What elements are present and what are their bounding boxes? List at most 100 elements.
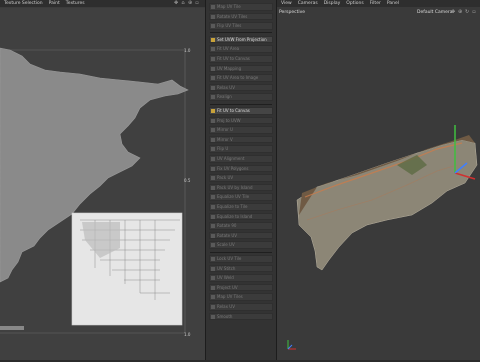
menu-view[interactable]: View (281, 1, 292, 6)
command-label: Flip UV Tiles (217, 23, 242, 29)
home-icon[interactable]: ⌂ (181, 1, 185, 6)
menu-panel[interactable]: Panel (387, 1, 399, 6)
uv-command-item[interactable]: Equalize to Island (209, 212, 273, 221)
frame-icon[interactable]: ▫ (195, 1, 199, 6)
uv-command-item[interactable]: UV Mapping (209, 64, 273, 73)
command-icon (211, 176, 215, 181)
command-icon (211, 76, 215, 81)
viewport-nav-icons: ✥ ⊕ ↻ ▫ (451, 10, 476, 15)
orbit-icon[interactable]: ↻ (465, 10, 469, 15)
command-label: Map UV Tile (217, 4, 241, 9)
command-icon (211, 214, 215, 219)
uv-commands-panel: Map UV Tile Rotate UV Tiles Flip UV Tiles S… (205, 0, 277, 360)
uv-command-item[interactable]: Equalize UV Tile (209, 193, 273, 201)
command-label: Pack UV (217, 175, 234, 181)
uv-command-item[interactable]: Flip U (209, 145, 273, 153)
command-icon (211, 66, 215, 71)
uv-command-item[interactable]: Fit UV Area to Image (209, 74, 273, 82)
uv-command-item[interactable]: Fit UV Area (209, 45, 273, 53)
command-label: Proj to UVW (217, 117, 241, 123)
uv-command-item[interactable]: Proj to UVW (209, 116, 273, 125)
command-icon (211, 157, 215, 161)
uv-command-item[interactable]: UV Stitch (209, 264, 273, 273)
uv-command-item[interactable]: UV Alignment (209, 155, 273, 163)
menu-texture-selection[interactable]: Texture Selection (4, 1, 43, 6)
command-icon (211, 243, 215, 248)
command-label: Scale UV (217, 242, 235, 248)
uv-label-mid: 0.5 (184, 178, 191, 183)
command-label: UV Alignment (217, 156, 245, 161)
command-icon (211, 5, 215, 9)
menu-display[interactable]: Display (324, 1, 341, 6)
uv-command-item[interactable]: Lock UV Tile (209, 255, 273, 263)
command-label: Realign (217, 94, 232, 100)
command-label: UV Stitch (217, 265, 236, 271)
menu-options[interactable]: Options (346, 1, 363, 6)
command-icon (211, 224, 215, 229)
uv-label-top: 1.0 (184, 48, 191, 53)
menu-filter[interactable]: Filter (370, 1, 381, 6)
command-label: Mirror V (217, 136, 233, 142)
command-label: UV Mapping (217, 65, 242, 71)
uv-command-item[interactable]: Rotate 90 (209, 222, 273, 230)
menu-paint[interactable]: Paint (49, 1, 60, 6)
command-icon (211, 233, 215, 238)
uv-command-item[interactable]: Flip UV Tiles (209, 22, 273, 30)
command-icon (211, 137, 215, 142)
menu-cameras[interactable]: Cameras (298, 1, 318, 6)
move-icon[interactable]: ✥ (174, 1, 178, 6)
command-label: Equalize UV Tile (217, 194, 250, 200)
uv-command-item[interactable]: Pack UV by Island (209, 183, 273, 192)
command-icon (211, 276, 215, 281)
menu-textures[interactable]: Textures (66, 1, 85, 6)
uv-command-item[interactable]: Equalize to Tile (209, 203, 273, 211)
command-label: Fit UV to Canvas (217, 108, 250, 113)
terrain-model[interactable] (277, 15, 480, 360)
uv-island-bottom-strip (0, 326, 24, 330)
command-label: Relax UV (217, 84, 235, 90)
command-separator (210, 103, 272, 105)
uv-command-item[interactable]: Smooth (209, 312, 273, 321)
pan-icon[interactable]: ✥ (451, 10, 455, 15)
uv-command-item[interactable]: Rotate UV (209, 231, 273, 240)
command-icon (211, 166, 215, 171)
uv-command-item[interactable]: Realign (209, 93, 273, 101)
uv-command-item[interactable]: Fit UV to Canvas (209, 55, 273, 63)
command-icon (211, 185, 215, 190)
uv-toolbar-icons: ✥ ⌂ ⊕ ▫ (174, 1, 199, 6)
uv-editor-panel: Texture Selection Paint Textures ✥ ⌂ ⊕ ▫… (0, 0, 205, 360)
uv-command-item[interactable]: Pack UV (209, 174, 273, 182)
viewport-panel: View Cameras Display Options Filter Pane… (277, 0, 480, 360)
command-icon (211, 295, 215, 300)
uv-canvas[interactable]: 1.0 0.5 1.0 (0, 8, 205, 360)
command-label: Flip U (217, 146, 229, 152)
command-label: Lock UV Tile (217, 256, 242, 261)
command-label: Equalize to Tile (217, 204, 248, 209)
zoom-icon[interactable]: ⊕ (188, 1, 192, 6)
uv-command-item[interactable]: Relax UV (209, 83, 273, 92)
command-label: Fix UV Polygons (217, 165, 249, 171)
uv-command-item[interactable]: UV Weld (209, 274, 273, 282)
uv-command-item[interactable]: Scale UV (209, 241, 273, 249)
uv-command-item[interactable]: Relax UV (209, 303, 273, 311)
uv-command-item[interactable]: Rotate UV Tiles (209, 12, 273, 21)
command-icon (211, 57, 215, 61)
uv-command-item[interactable]: Fix UV Polygons (209, 164, 273, 173)
maximize-icon[interactable]: ▫ (472, 10, 476, 15)
zoom-icon[interactable]: ⊕ (458, 10, 462, 15)
uv-command-item[interactable]: Mirror V (209, 135, 273, 144)
uv-command-item[interactable]: Map UV Tile (209, 3, 273, 11)
command-icon (211, 205, 215, 209)
command-icon (211, 285, 215, 290)
uv-command-item[interactable]: Fit UV to Canvas (209, 107, 273, 115)
command-label: Project UV (217, 284, 238, 290)
command-icon (211, 314, 215, 319)
command-label: Map UV Tiles (217, 294, 243, 300)
uv-command-item[interactable]: Project UV (209, 283, 273, 292)
uv-command-item[interactable]: Mirror U (209, 126, 273, 134)
uv-label-bottom: 1.0 (184, 332, 191, 337)
uv-command-item[interactable]: Set UVW From Projection (209, 35, 273, 44)
viewport-menubar: View Cameras Display Options Filter Pane… (277, 0, 480, 7)
uv-command-item[interactable]: Map UV Tiles (209, 293, 273, 301)
command-icon (211, 266, 215, 271)
